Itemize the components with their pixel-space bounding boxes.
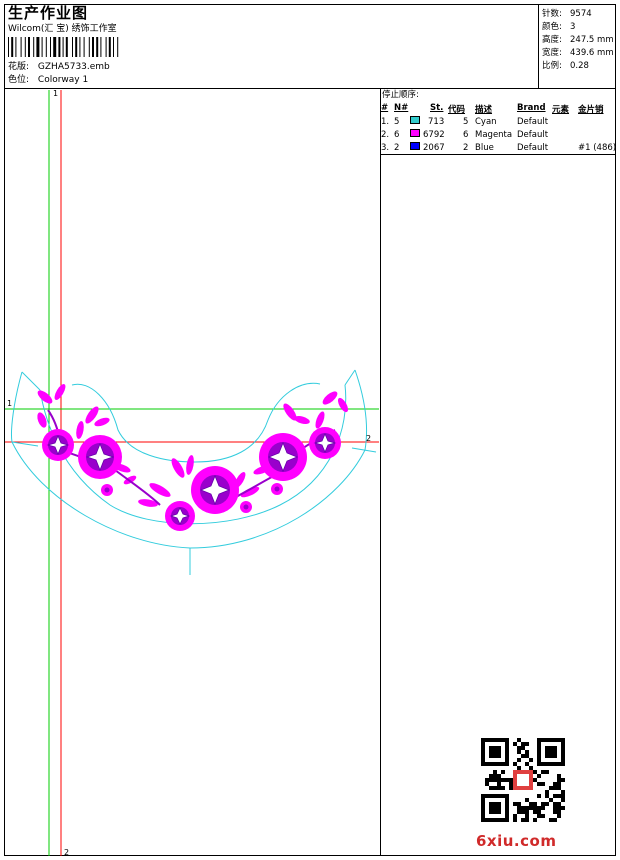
flower-right-1 — [259, 433, 307, 481]
guide-label-red-bottom: 2 — [64, 848, 69, 857]
flower-right-2 — [309, 427, 341, 459]
flower-center — [191, 466, 239, 514]
flower-left-2 — [78, 435, 122, 479]
design-canvas: 1 1 2 2 — [5, 89, 379, 857]
embroidery-motif — [37, 384, 349, 531]
guide-label-red-right: 2 — [366, 434, 371, 443]
neckline-outline — [11, 369, 377, 575]
qr-code — [481, 738, 565, 822]
guide-label-green-left: 1 — [7, 399, 12, 408]
flower-center-small — [165, 501, 195, 531]
guide-label-green-top: 1 — [53, 89, 58, 98]
watermark-text: 6xiu.com — [476, 832, 557, 850]
flower-left-1 — [42, 429, 74, 461]
